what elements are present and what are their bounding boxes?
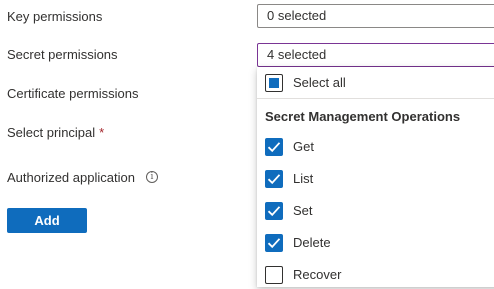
option-label: Get xyxy=(293,139,314,154)
select-all-option[interactable]: Select all xyxy=(257,69,494,97)
secret-permissions-dropdown[interactable]: 4 selected xyxy=(257,43,494,67)
add-button[interactable]: Add xyxy=(7,208,87,233)
checkmark-icon xyxy=(267,238,281,249)
required-marker: * xyxy=(99,125,105,140)
option-recover[interactable]: Recover xyxy=(257,261,494,289)
select-principal-text: Select principal xyxy=(7,125,96,140)
secret-permissions-label: Secret permissions xyxy=(7,47,118,62)
set-checkbox[interactable] xyxy=(265,202,283,220)
authorized-application-label: Authorized application xyxy=(7,170,135,185)
option-label: Delete xyxy=(293,235,331,250)
option-label: Set xyxy=(293,203,313,218)
option-label: List xyxy=(293,171,314,186)
select-all-label: Select all xyxy=(293,75,346,90)
info-icon[interactable]: i xyxy=(146,171,158,183)
checkmark-icon xyxy=(267,142,281,153)
menu-divider xyxy=(257,98,494,99)
certificate-permissions-label: Certificate permissions xyxy=(7,86,139,101)
delete-checkbox[interactable] xyxy=(265,234,283,252)
key-permissions-dropdown[interactable]: 0 selected xyxy=(257,4,494,28)
secret-permissions-menu: Select all Secret Management Operations … xyxy=(257,67,494,287)
group-heading: Secret Management Operations xyxy=(265,109,461,124)
partial-indicator xyxy=(269,78,279,88)
select-principal-label: Select principal * xyxy=(7,125,104,141)
checkmark-icon xyxy=(267,174,281,185)
recover-checkbox[interactable] xyxy=(265,266,283,284)
option-label: Recover xyxy=(293,267,342,282)
select-all-checkbox[interactable] xyxy=(265,74,283,92)
checkmark-icon xyxy=(267,206,281,217)
list-checkbox[interactable] xyxy=(265,170,283,188)
key-permissions-label: Key permissions xyxy=(7,9,103,24)
option-delete[interactable]: Delete xyxy=(257,229,494,257)
option-list[interactable]: List xyxy=(257,165,494,193)
option-set[interactable]: Set xyxy=(257,197,494,225)
option-get[interactable]: Get xyxy=(257,133,494,161)
get-checkbox[interactable] xyxy=(265,138,283,156)
